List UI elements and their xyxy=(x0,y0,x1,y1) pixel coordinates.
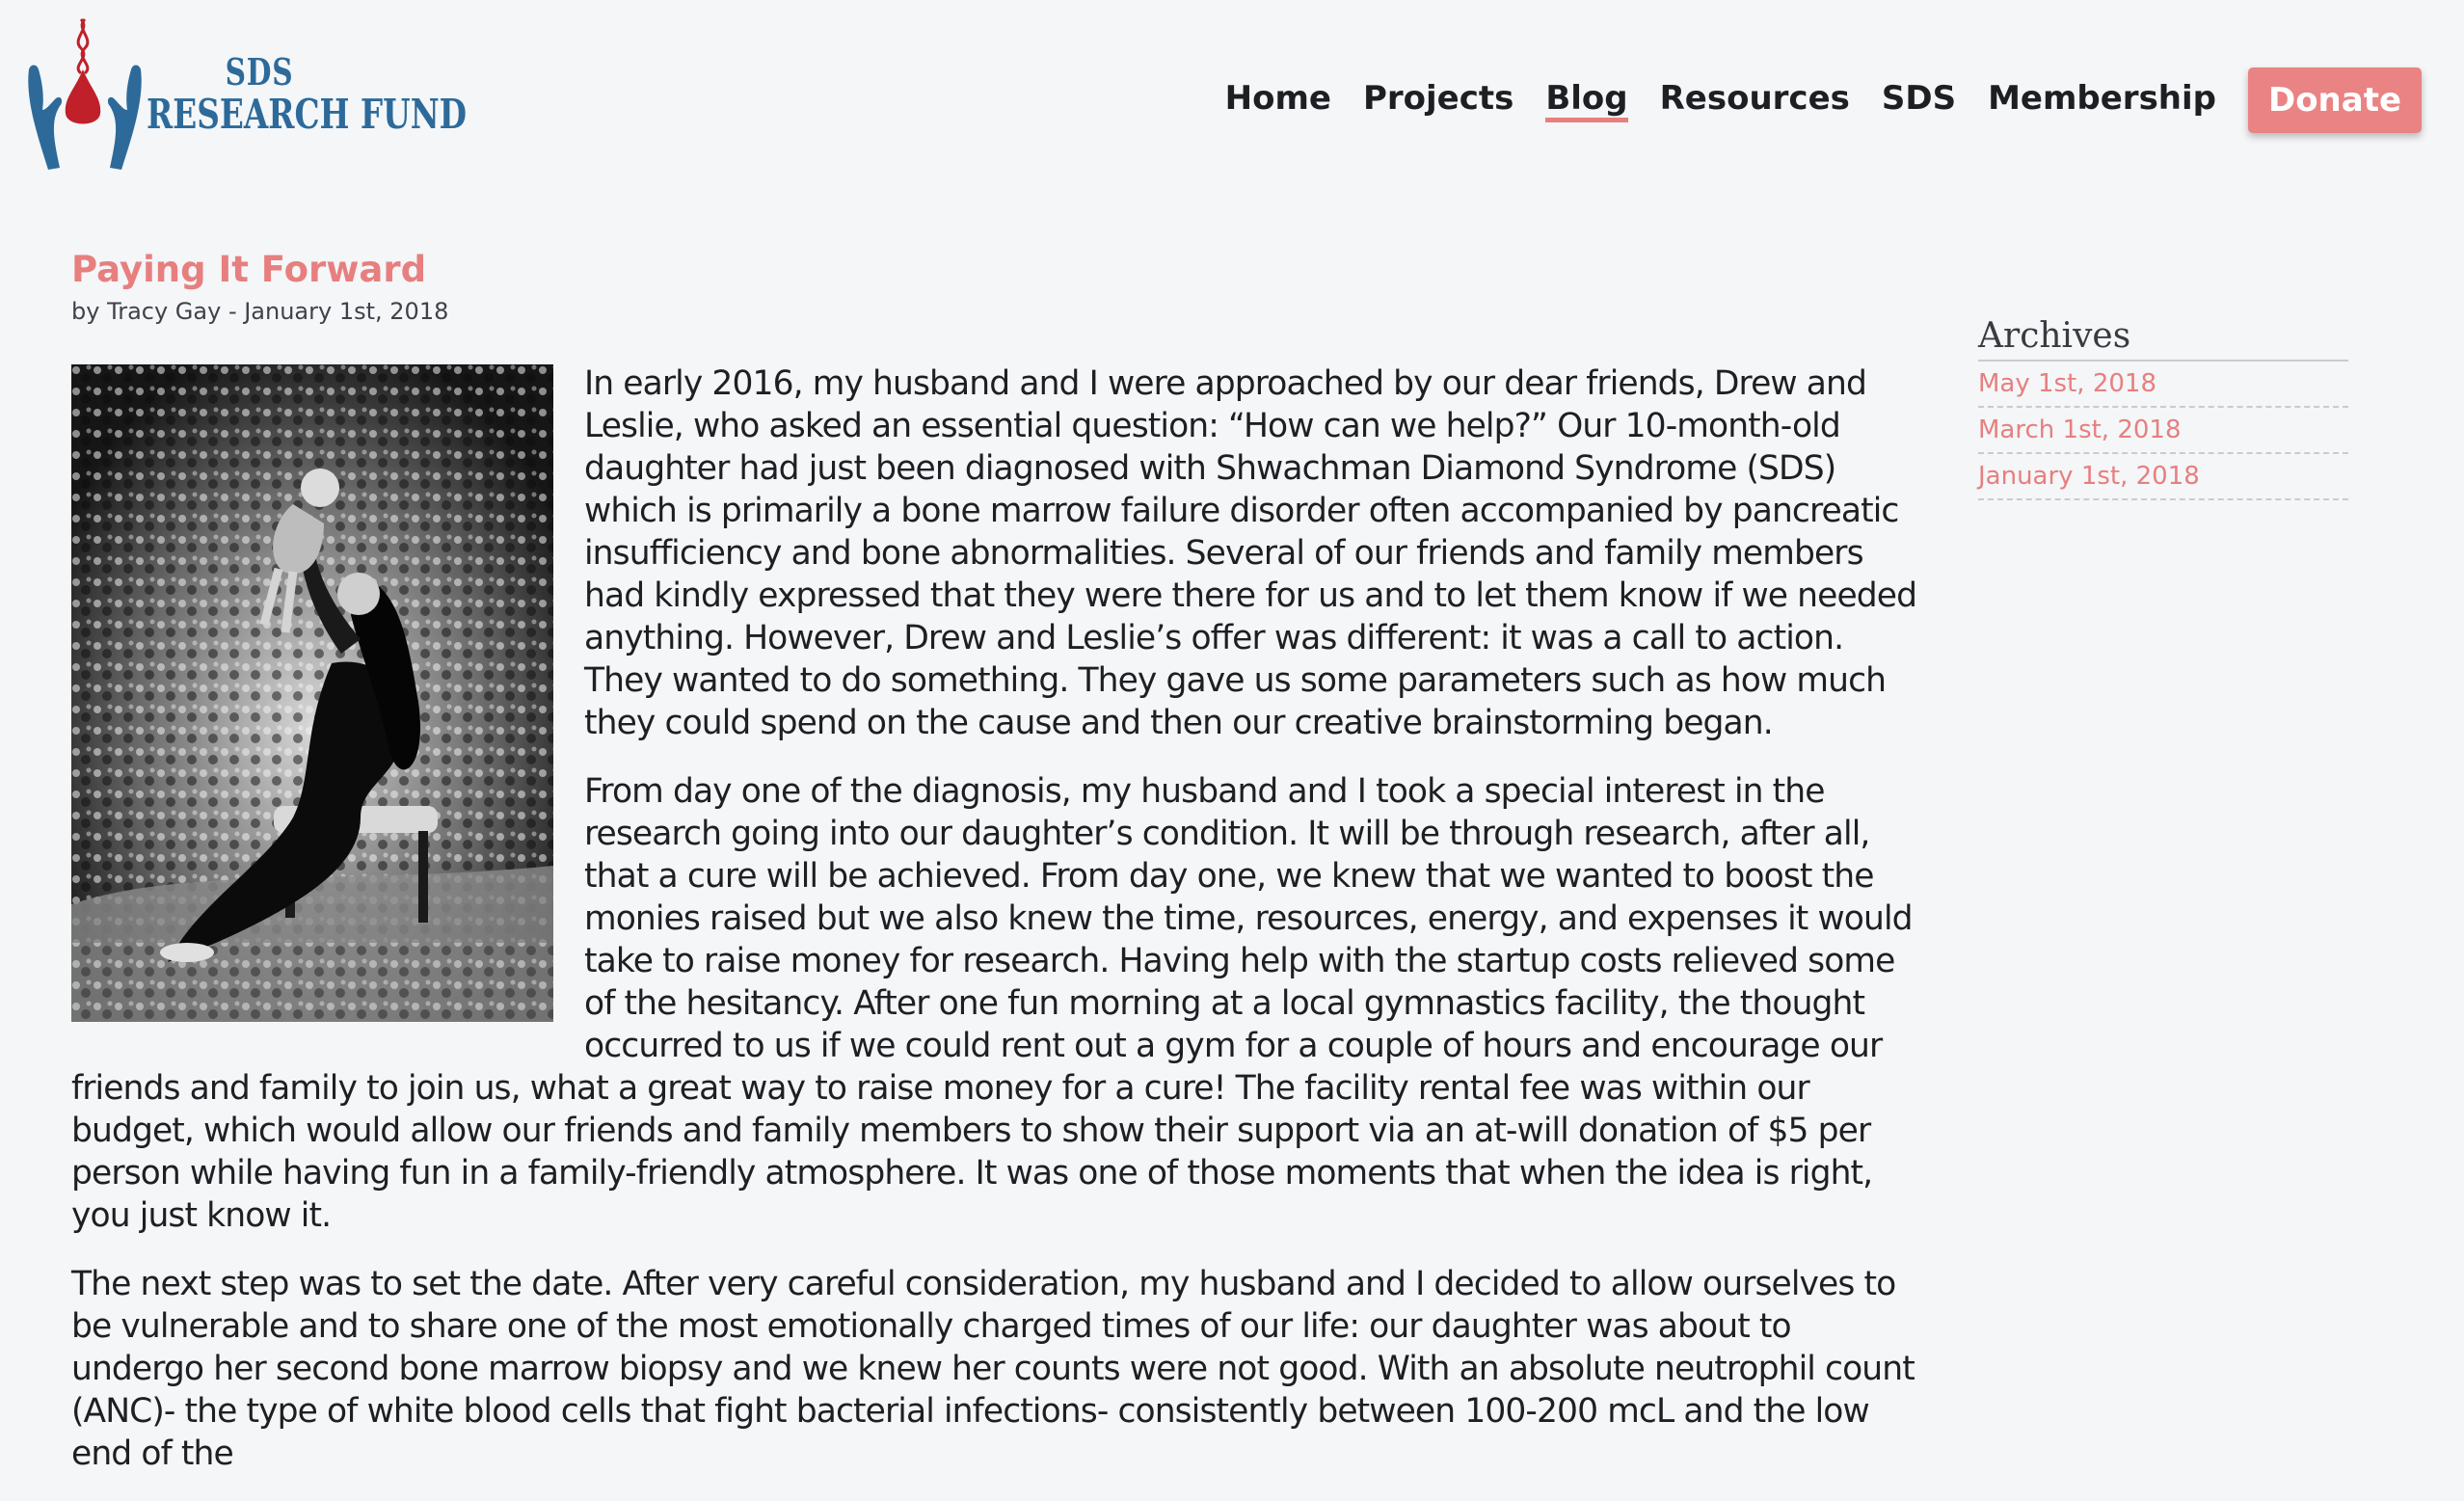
archive-link-january-2018[interactable]: January 1st, 2018 xyxy=(1978,454,2348,500)
nav-blog[interactable]: Blog xyxy=(1545,79,1628,122)
site-logo[interactable]: SDS RESEARCH FUND xyxy=(21,13,468,177)
post-body: In early 2016, my husband and I were app… xyxy=(71,362,1926,1501)
archive-link-march-2018[interactable]: March 1st, 2018 xyxy=(1978,408,2348,454)
archives-sidebar: Archives May 1st, 2018 March 1st, 2018 J… xyxy=(1978,316,2348,500)
nav-projects[interactable]: Projects xyxy=(1363,79,1513,121)
post-paragraph-3: The next step was to set the date. After… xyxy=(71,1265,1915,1473)
donate-button[interactable]: Donate xyxy=(2248,67,2422,133)
post-title: Paying It Forward xyxy=(71,249,427,290)
post-byline: by Tracy Gay - January 1st, 2018 xyxy=(71,298,449,325)
archive-link-may-2018[interactable]: May 1st, 2018 xyxy=(1978,362,2348,408)
nav-sds[interactable]: SDS xyxy=(1882,79,1956,121)
hands-blood-drop-icon xyxy=(28,17,142,170)
nav-home[interactable]: Home xyxy=(1225,79,1331,121)
nav-resources[interactable]: Resources xyxy=(1660,79,1850,121)
logo-line2: RESEARCH FUND xyxy=(147,91,468,138)
nav-membership[interactable]: Membership xyxy=(1988,79,2216,121)
site-header: SDS RESEARCH FUND Home Projects Blog Res… xyxy=(0,0,2464,193)
logo-line1: SDS xyxy=(225,50,294,94)
archives-heading: Archives xyxy=(1978,316,2348,362)
main-nav: Home Projects Blog Resources SDS Members… xyxy=(1193,67,2422,133)
post-photo-mother-and-baby xyxy=(71,364,553,1022)
logo-wordmark: SDS RESEARCH FUND xyxy=(147,50,468,138)
